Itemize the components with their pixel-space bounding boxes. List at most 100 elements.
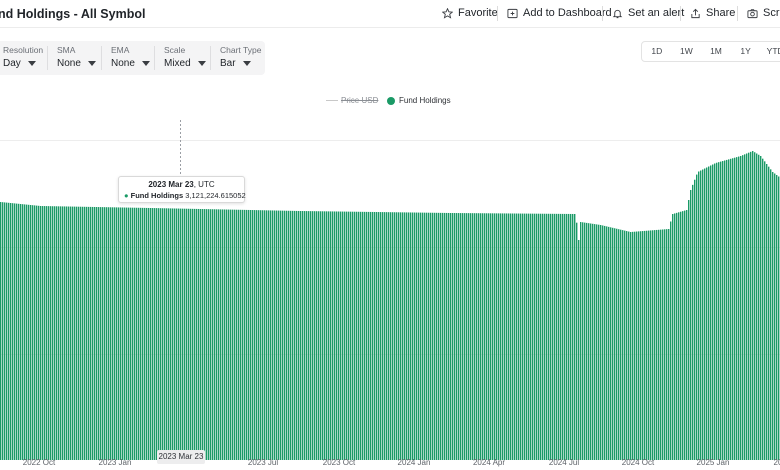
share-button[interactable]: Share — [690, 7, 735, 19]
data-bar — [492, 213, 494, 460]
data-bar — [90, 206, 92, 460]
header-divider — [680, 6, 681, 21]
data-bar — [542, 213, 544, 460]
data-bar — [110, 207, 112, 460]
data-bar — [100, 207, 102, 460]
header-divider — [737, 6, 738, 21]
data-bar — [498, 213, 500, 460]
chart-type-select[interactable]: Chart Type Bar — [220, 45, 261, 69]
data-bar — [592, 223, 594, 460]
resolution-select[interactable]: Resolution Day — [3, 45, 43, 69]
data-bar — [398, 212, 400, 460]
data-bar — [624, 230, 626, 460]
legend-item-price[interactable]: Price USD — [326, 96, 378, 105]
data-bar — [98, 207, 100, 460]
data-bar — [220, 209, 222, 460]
data-bar — [272, 210, 274, 460]
data-bar — [148, 207, 150, 460]
legend-item-fund-holdings[interactable]: Fund Holdings — [387, 96, 451, 105]
data-bar — [454, 213, 456, 460]
data-bar — [54, 206, 56, 460]
data-bar — [602, 225, 604, 460]
data-bar — [474, 213, 476, 460]
data-bar — [774, 173, 776, 460]
data-bar — [696, 174, 698, 461]
data-bar — [590, 223, 592, 460]
data-bar — [630, 232, 632, 460]
add-to-dashboard-button[interactable]: Add to Dashboard — [507, 7, 612, 19]
data-bar — [364, 211, 366, 460]
data-bar — [318, 211, 320, 460]
sma-select[interactable]: SMA None — [57, 45, 96, 69]
scale-select[interactable]: Scale Mixed — [164, 45, 206, 69]
data-bar — [44, 206, 46, 460]
range-1w-button[interactable]: 1W — [672, 42, 702, 61]
data-bar — [310, 211, 312, 460]
data-bar — [164, 208, 166, 460]
data-bar — [422, 212, 424, 460]
data-bar — [212, 209, 214, 460]
set-alert-button[interactable]: Set an alert — [612, 7, 684, 19]
data-bar — [568, 213, 570, 460]
data-bar — [610, 227, 612, 460]
data-bar — [196, 208, 198, 460]
data-bar — [4, 202, 6, 460]
data-bar — [202, 209, 204, 460]
data-bar — [308, 211, 310, 460]
data-bar — [546, 213, 548, 460]
data-bar — [614, 228, 616, 460]
legend-price-label: Price USD — [341, 96, 379, 105]
dot-swatch-icon — [387, 96, 395, 105]
range-1y-button[interactable]: 1Y — [731, 42, 761, 61]
data-bar — [766, 164, 768, 460]
data-bar — [462, 213, 464, 460]
data-bar — [512, 213, 514, 460]
data-bar — [414, 212, 416, 460]
data-bar — [484, 213, 486, 460]
screenshot-button[interactable]: Scree — [747, 7, 780, 19]
x-tick-label: 2024 Jan — [397, 458, 431, 467]
data-bar — [350, 211, 352, 460]
share-label: Share — [706, 7, 736, 19]
range-1m-button[interactable]: 1M — [701, 42, 731, 61]
data-bar — [430, 212, 432, 460]
data-bar — [772, 172, 774, 460]
data-bar — [628, 231, 630, 460]
data-bar — [520, 213, 522, 460]
data-bar — [298, 210, 300, 460]
x-tick-label: 2024 Oct — [621, 458, 655, 467]
legend-fund-label: Fund Holdings — [399, 96, 451, 105]
data-bar — [316, 211, 318, 460]
data-bar — [470, 213, 472, 460]
data-bar — [702, 169, 704, 460]
data-bar — [550, 213, 552, 460]
data-bar — [726, 159, 728, 461]
range-ytd-button[interactable]: YTD — [760, 42, 780, 61]
data-bar — [330, 211, 332, 460]
data-bar — [260, 210, 262, 460]
data-bar — [86, 206, 88, 460]
data-bar — [204, 209, 206, 460]
tooltip-value: 3,121,224.615052 — [185, 191, 246, 200]
data-bar — [574, 213, 576, 460]
data-bar — [586, 222, 588, 460]
data-bar — [244, 209, 246, 460]
data-bar — [64, 206, 66, 460]
favorite-button[interactable]: Favorite — [442, 7, 498, 19]
ema-select[interactable]: EMA None — [111, 45, 150, 69]
data-bar — [620, 229, 622, 460]
data-bar — [376, 212, 378, 460]
data-bar — [360, 211, 362, 460]
data-bar — [674, 213, 676, 460]
data-bar — [326, 211, 328, 460]
data-bar — [650, 230, 652, 460]
range-1d-button[interactable]: 1D — [642, 42, 672, 61]
data-bar — [424, 212, 426, 460]
data-bar — [486, 213, 488, 460]
data-bar — [522, 213, 524, 460]
data-bar — [516, 213, 518, 460]
data-bar — [378, 212, 380, 460]
fund-holdings-chart[interactable] — [0, 110, 780, 470]
data-bar — [28, 204, 30, 460]
data-bar — [582, 222, 584, 460]
